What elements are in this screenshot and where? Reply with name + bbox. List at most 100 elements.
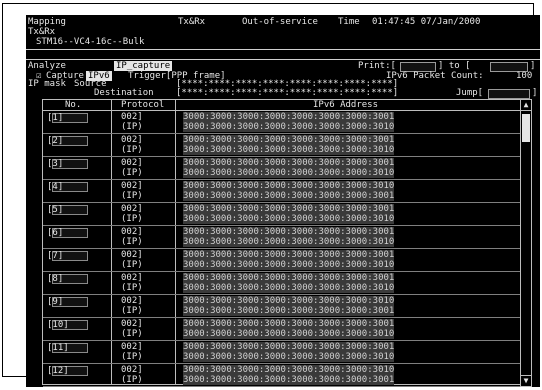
status-bar: Mapping Tx&Rx Out-of-service Time 01:47:… [28,17,538,27]
protocol-code: 002] [121,250,143,260]
table-row[interactable]: [1]002](IP)(S) 3000:3000:3000:3000:3000:… [43,111,521,134]
analyzer-screen: Mapping Tx&Rx Out-of-service Time 01:47:… [26,15,540,387]
row-number-value: 6] [52,228,64,238]
protocol-code: 002] [121,181,143,191]
source-ipv6: 3000:3000:3000:3000:3000:3000:3000:3010 [183,296,395,306]
destination-ipv6: 3000:3000:3000:3000:3000:3000:3000:3010 [183,145,395,155]
row-number-value: 2] [52,136,64,146]
protocol-name: (IP) [121,329,143,339]
protocol-code: 002] [121,296,143,306]
table-row[interactable]: [5]002](IP)(S) 3000:3000:3000:3000:3000:… [43,203,521,226]
header-protocol: Protocol [121,100,165,110]
row-number-value: 3] [52,159,64,169]
row-number-value: 8] [52,274,64,284]
menu-row: Analyze IP_capture Print:[ ] to [ ] [28,61,538,72]
destination-mask-field[interactable]: [****:****:****:****:****:****:****:****… [176,88,398,98]
jump-end: ] [532,88,538,98]
table-row[interactable]: [8]002](IP)(S) 3000:3000:3000:3000:3000:… [43,272,521,295]
protocol-code: 002] [121,273,143,283]
packet-table: No. Protocol IPv6 Address [1]002](IP)(S)… [42,99,522,387]
protocol-code: 002] [121,365,143,375]
source-ipv6: 3000:3000:3000:3000:3000:3000:3000:3001 [183,250,395,260]
protocol-code: 002] [121,342,143,352]
protocol-code: 002] [121,158,143,168]
header-ipv6-address: IPv6 Address [313,100,379,110]
packet-count-value: 100 [516,71,533,81]
table-row[interactable]: [11]002](IP)(S) 3000:3000:3000:3000:3000… [43,341,521,364]
row-number-value: 10] [52,320,69,330]
table-row[interactable]: [6]002](IP)(S) 3000:3000:3000:3000:3000:… [43,226,521,249]
destination-ipv6: 3000:3000:3000:3000:3000:3000:3000:3010 [183,122,395,132]
table-row[interactable]: [10]002](IP)(S) 3000:3000:3000:3000:3000… [43,318,521,341]
destination-ipv6: 3000:3000:3000:3000:3000:3000:3000:3001 [183,306,395,316]
menu-ip-capture[interactable]: IP_capture [114,61,173,71]
row-number: [9] [47,297,89,307]
destination-label: Destination [94,88,154,98]
table-row[interactable]: [2]002](IP)(S) 3000:3000:3000:3000:3000:… [43,134,521,157]
divider-top [26,49,540,50]
header-no: No. [65,100,82,110]
table-row[interactable]: [9]002](IP)(S) 3000:3000:3000:3000:3000:… [43,295,521,318]
packet-count-label: IPv6 Packet Count: [386,71,484,81]
table-body: [1]002](IP)(S) 3000:3000:3000:3000:3000:… [43,111,521,387]
source-ipv6: 3000:3000:3000:3000:3000:3000:3000:3001 [183,342,395,352]
protocol-name: (IP) [121,375,143,385]
destination-ipv6: 3000:3000:3000:3000:3000:3000:3000:3010 [183,329,395,339]
destination-ipv6: 3000:3000:3000:3000:3000:3000:3000:3001 [183,375,395,385]
source-ipv6: 3000:3000:3000:3000:3000:3000:3000:3010 [183,181,395,191]
row-number: [5] [47,205,89,215]
protocol-name: (IP) [121,122,143,132]
destination-ipv6: 3000:3000:3000:3000:3000:3000:3000:3010 [183,168,395,178]
context-title: Tx&Rx [28,27,56,37]
mapping-label: Mapping [28,17,66,27]
source-ipv6: 3000:3000:3000:3000:3000:3000:3000:3001 [183,227,395,237]
table-row[interactable]: [7]002](IP)(S) 3000:3000:3000:3000:3000:… [43,249,521,272]
table-header: No. Protocol IPv6 Address [43,100,521,111]
source-ipv6: 3000:3000:3000:3000:3000:3000:3000:3001 [183,204,395,214]
row-number: [8] [47,274,89,284]
row-number-value: 11] [52,343,69,353]
vertical-scrollbar[interactable]: ▲ ▼ [520,99,532,387]
arrow-up-icon[interactable]: ▲ [521,100,531,111]
time-label: Time [338,17,360,27]
time-value: 01:47:45 07/Jan/2000 [372,17,481,27]
destination-ipv6: 3000:3000:3000:3000:3000:3000:3000:3010 [183,260,395,270]
row-number: [3] [47,159,89,169]
print-label: Print:[ [358,61,396,71]
protocol-name: (IP) [121,283,143,293]
row-number: [7] [47,251,89,261]
protocol-name: (IP) [121,168,143,178]
table-row[interactable]: [12]002](IP)(S) 3000:3000:3000:3000:3000… [43,364,521,387]
source-ipv6: 3000:3000:3000:3000:3000:3000:3000:3001 [183,158,395,168]
scroll-thumb[interactable] [522,114,530,142]
divider-menu [26,59,540,60]
source-ipv6: 3000:3000:3000:3000:3000:3000:3000:3001 [183,135,395,145]
protocol-name: (IP) [121,260,143,270]
protocol-name: (IP) [121,306,143,316]
row-number: [12] [47,366,89,376]
protocol-name: (IP) [121,191,143,201]
table-row[interactable]: [3]002](IP)(S) 3000:3000:3000:3000:3000:… [43,157,521,180]
protocol-code: 002] [121,204,143,214]
direction-label: Tx&Rx [178,17,206,27]
row-number-value: 4] [52,182,64,192]
row-number: [6] [47,228,89,238]
jump-field[interactable] [488,89,530,99]
protocol-name: (IP) [121,214,143,224]
protocol-name: (IP) [121,352,143,362]
row-number: [2] [47,136,89,146]
protocol-name: (IP) [121,145,143,155]
arrow-down-icon[interactable]: ▼ [521,375,531,386]
row-number-value: 12] [52,366,69,376]
menu-analyze[interactable]: Analyze [28,61,66,71]
print-end: ] [530,61,536,71]
table-row[interactable]: [4]002](IP)(S) 3000:3000:3000:3000:3000:… [43,180,521,203]
protocol-code: 002] [121,135,143,145]
row-number: [4] [47,182,89,192]
source-ipv6: 3000:3000:3000:3000:3000:3000:3000:3001 [183,319,395,329]
source-ipv6: 3000:3000:3000:3000:3000:3000:3000:3001 [183,112,395,122]
mapping-path: STM16--VC4-16c--Bulk [36,37,145,47]
protocol-name: (IP) [121,237,143,247]
source-ipv6: 3000:3000:3000:3000:3000:3000:3000:3001 [183,273,395,283]
source-ipv6: 3000:3000:3000:3000:3000:3000:3000:3010 [183,365,395,375]
